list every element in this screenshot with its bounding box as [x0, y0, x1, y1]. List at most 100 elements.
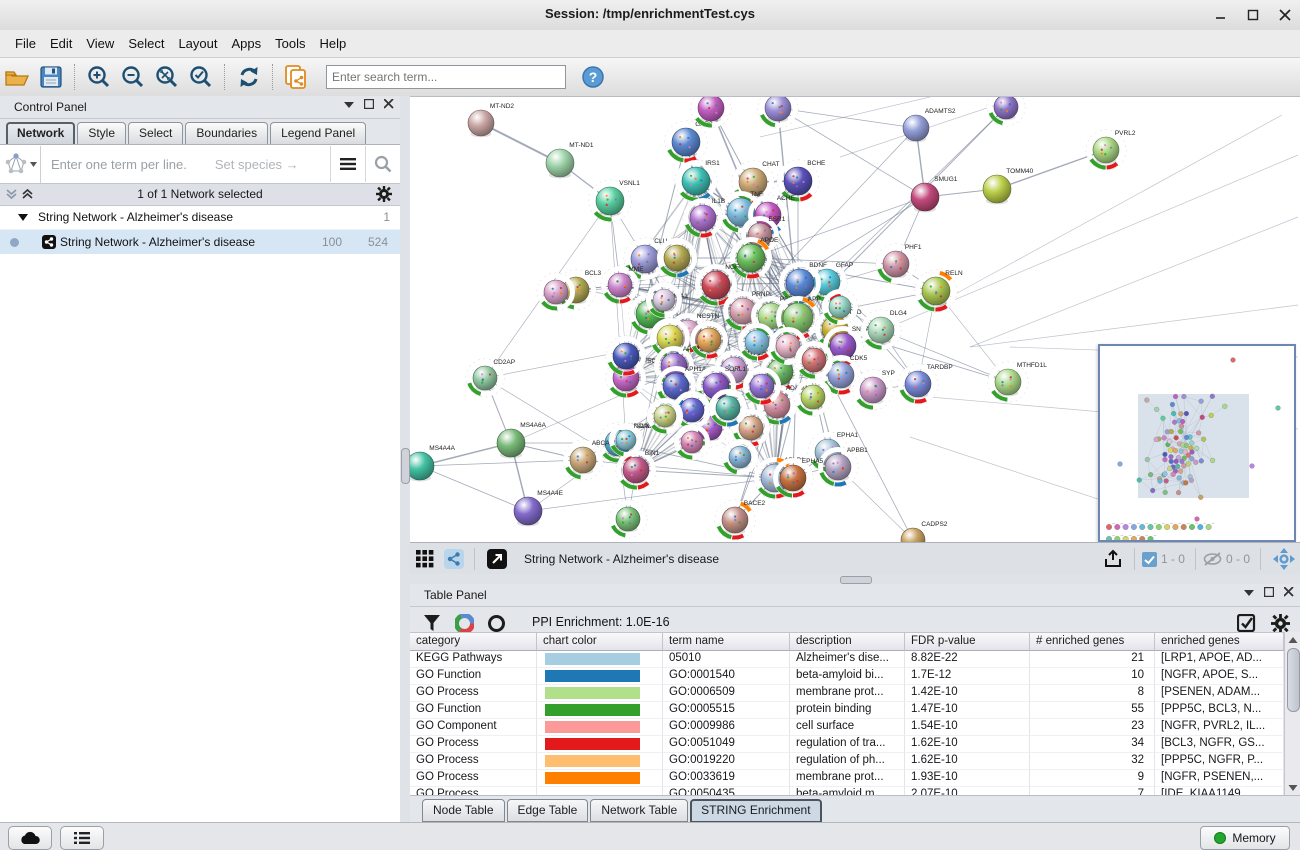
- splitter-handle[interactable]: [401, 448, 410, 484]
- open-session-button[interactable]: [0, 61, 34, 93]
- table-row[interactable]: KEGG Pathways05010Alzheimer's dise...8.8…: [410, 651, 1284, 668]
- network-node[interactable]: [709, 389, 747, 427]
- vertical-splitter[interactable]: [400, 96, 410, 822]
- network-node-cd2ap[interactable]: CD2AP: [466, 359, 515, 397]
- refresh-button[interactable]: [232, 61, 266, 93]
- menu-select[interactable]: Select: [121, 33, 171, 54]
- tab-edge-table[interactable]: Edge Table: [507, 799, 589, 822]
- menu-help[interactable]: Help: [313, 33, 354, 54]
- string-protein-query-selector[interactable]: [0, 146, 41, 183]
- tab-style[interactable]: Style: [77, 122, 126, 144]
- table-row[interactable]: GO ProcessGO:0006509membrane prot...1.42…: [410, 685, 1284, 702]
- network-node[interactable]: [722, 439, 758, 475]
- save-session-button[interactable]: [34, 61, 68, 93]
- network-node[interactable]: [987, 96, 1025, 126]
- tab-network[interactable]: Network: [6, 122, 75, 144]
- string-query-placeholder[interactable]: Enter one term per line.: [51, 157, 187, 172]
- network-node-irs1[interactable]: IRS1: [675, 160, 720, 202]
- network-node-abca7[interactable]: ABCA7: [563, 440, 614, 480]
- menu-apps[interactable]: Apps: [225, 33, 269, 54]
- search-input[interactable]: [326, 65, 566, 89]
- tab-string-enrichment[interactable]: STRING Enrichment: [690, 799, 821, 823]
- menu-layout[interactable]: Layout: [171, 33, 224, 54]
- column-header-description[interactable]: description: [790, 632, 905, 651]
- network-node-ms4a4a[interactable]: MS4A4A: [410, 445, 456, 481]
- network-node-mt-nd1[interactable]: MT-ND1: [546, 142, 594, 178]
- column-header-term-name[interactable]: term name: [663, 632, 790, 651]
- grid-view-button[interactable]: [410, 543, 440, 575]
- network-node-reln[interactable]: RELN: [915, 270, 963, 312]
- column-header-category[interactable]: category: [410, 632, 537, 651]
- menu-file[interactable]: File: [8, 33, 43, 54]
- network-node-cadps2[interactable]: CADPS2: [901, 521, 948, 543]
- birds-eye-view[interactable]: [1098, 344, 1296, 542]
- tab-boundaries[interactable]: Boundaries: [185, 122, 268, 144]
- network-node-syp[interactable]: SYP: [853, 370, 895, 410]
- detach-view-button[interactable]: [482, 543, 512, 575]
- table-row[interactable]: GO ProcessGO:0050435beta-amyloid m...2.0…: [410, 787, 1284, 795]
- table-row[interactable]: GO FunctionGO:0001540beta-amyloid bi...1…: [410, 668, 1284, 685]
- network-node-pvrl2[interactable]: PVRL2: [1086, 130, 1136, 170]
- table-row[interactable]: GO FunctionGO:0005515protein binding1.47…: [410, 702, 1284, 719]
- network-node-ms4a4e[interactable]: MS4A4E: [514, 490, 564, 526]
- table-row[interactable]: GO ProcessGO:0019220regulation of ph...1…: [410, 753, 1284, 770]
- help-button[interactable]: ?: [576, 61, 610, 93]
- network-node-mt-nd2[interactable]: MT-ND2: [468, 103, 514, 137]
- splitter-handle[interactable]: [840, 576, 872, 584]
- table-row[interactable]: GO ProcessGO:0033619membrane prot...1.93…: [410, 770, 1284, 787]
- zoom-in-button[interactable]: [82, 61, 116, 93]
- zoom-fit-button[interactable]: [150, 61, 184, 93]
- maximize-icon[interactable]: [1246, 8, 1260, 22]
- panel-menu-icon[interactable]: [344, 100, 354, 108]
- column-header-enriched-genes[interactable]: # enriched genes: [1030, 632, 1155, 651]
- network-node-mthfd1l[interactable]: MTHFD1L: [988, 362, 1047, 402]
- task-history-button[interactable]: [60, 826, 104, 850]
- column-header-enriched-genes[interactable]: enriched genes: [1155, 632, 1284, 651]
- network-node[interactable]: [758, 96, 798, 128]
- network-node-vsnl1[interactable]: VSNL1: [589, 180, 640, 222]
- string-options-button[interactable]: [330, 146, 365, 182]
- string-view-button[interactable]: [440, 543, 468, 575]
- minimize-icon[interactable]: [1214, 8, 1228, 22]
- table-scrollbar[interactable]: [1284, 632, 1300, 795]
- navigator-toggle-button[interactable]: [1268, 543, 1300, 575]
- network-node-adamts2[interactable]: ADAMTS2: [903, 108, 956, 142]
- tab-select[interactable]: Select: [128, 122, 183, 144]
- zoom-selected-button[interactable]: [184, 61, 218, 93]
- network-row-selected[interactable]: String Network - Alzheimer's disease 100…: [0, 229, 400, 254]
- memory-button[interactable]: Memory: [1200, 826, 1290, 850]
- string-search-button[interactable]: [365, 146, 400, 182]
- network-node-dlg4[interactable]: DLG4: [861, 310, 907, 350]
- column-header-fdr-p-value[interactable]: FDR p-value: [905, 632, 1030, 651]
- network-node[interactable]: [609, 500, 647, 538]
- table-row[interactable]: GO ComponentGO:0009986cell surface1.54E-…: [410, 719, 1284, 736]
- network-collection-row[interactable]: String Network - Alzheimer's disease 1: [0, 206, 400, 229]
- panel-close-icon[interactable]: [1284, 587, 1294, 597]
- gear-icon[interactable]: [376, 186, 392, 202]
- tab-legend-panel[interactable]: Legend Panel: [270, 122, 366, 144]
- cloud-button[interactable]: [8, 826, 52, 850]
- close-icon[interactable]: [1278, 8, 1292, 22]
- panel-float-icon[interactable]: [364, 99, 374, 109]
- tab-node-table[interactable]: Node Table: [422, 799, 505, 822]
- tab-network-table[interactable]: Network Table: [590, 799, 688, 822]
- panel-close-icon[interactable]: [384, 99, 394, 109]
- menu-edit[interactable]: Edit: [43, 33, 79, 54]
- panel-float-icon[interactable]: [1264, 587, 1274, 597]
- export-view-button[interactable]: [1098, 543, 1128, 575]
- column-header-chart-color[interactable]: chart color: [537, 632, 663, 651]
- species-hint[interactable]: Set species →: [215, 157, 330, 172]
- scrollbar-thumb[interactable]: [1287, 648, 1300, 712]
- tree-expand-icon[interactable]: [18, 213, 28, 221]
- network-node-phf1[interactable]: PHF1: [876, 244, 922, 284]
- table-row[interactable]: GO ProcessGO:0051049regulation of tra...…: [410, 736, 1284, 753]
- export-network-button[interactable]: [280, 61, 314, 93]
- horizontal-splitter[interactable]: [410, 574, 1300, 584]
- panel-menu-icon[interactable]: [1244, 588, 1254, 596]
- network-node-tomm40[interactable]: TOMM40: [983, 168, 1034, 204]
- zoom-out-button[interactable]: [116, 61, 150, 93]
- network-node[interactable]: [606, 336, 646, 376]
- menu-view[interactable]: View: [79, 33, 121, 54]
- network-node-epha5[interactable]: EPHA5: [773, 458, 824, 498]
- menu-tools[interactable]: Tools: [268, 33, 312, 54]
